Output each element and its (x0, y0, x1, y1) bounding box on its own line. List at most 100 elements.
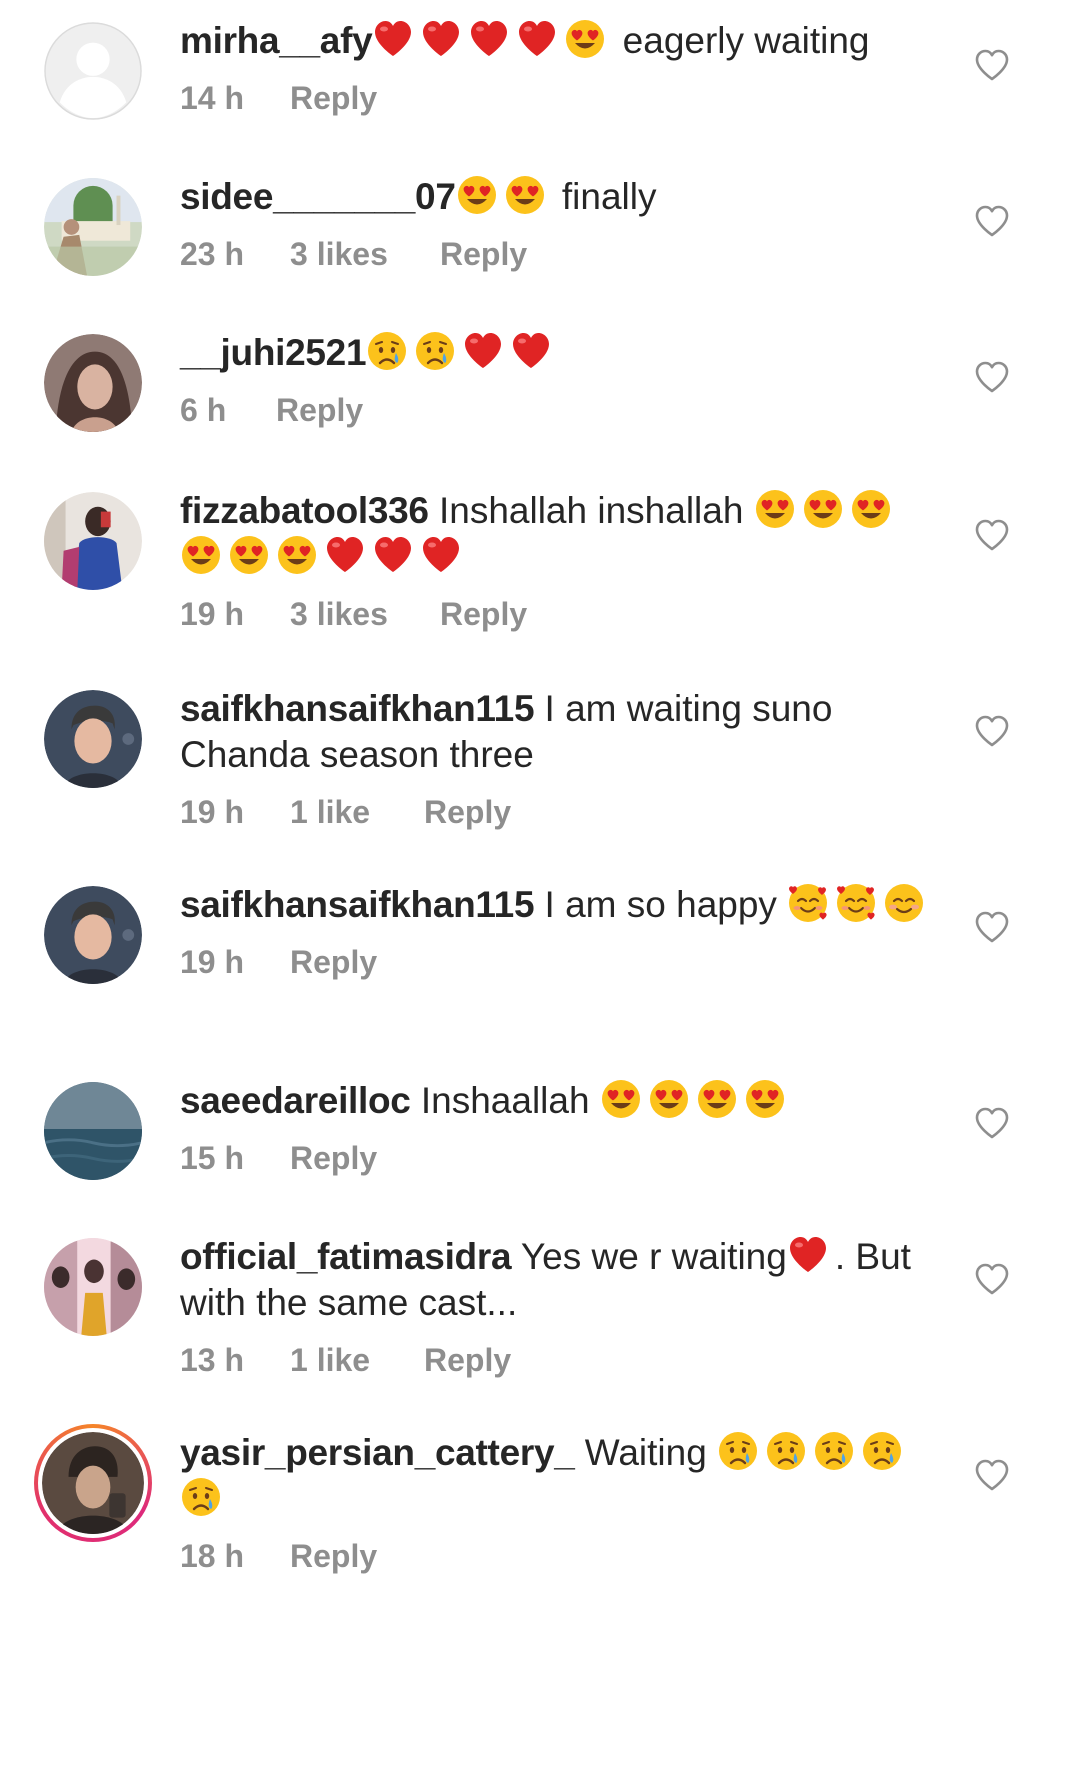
like-comment-button[interactable] (974, 1106, 1010, 1140)
comment-text: saifkhansaifkhan115 I am waiting suno Ch… (180, 686, 940, 778)
heart-outline-icon (975, 49, 1009, 81)
heart-emoji-icon (462, 330, 504, 372)
comment-time: 14 h (180, 80, 245, 116)
comment-username[interactable]: fizzabatool336 (180, 490, 429, 531)
avatar-photo (44, 1238, 142, 1336)
avatar-photo (44, 178, 142, 276)
heart-emoji-icon (324, 534, 366, 576)
avatar[interactable] (44, 886, 142, 984)
heart-emoji-icon (516, 18, 558, 60)
heart-eyes-emoji-icon (802, 488, 844, 530)
comment-username[interactable]: sidee_______07 (180, 176, 456, 217)
avatar[interactable] (44, 1238, 142, 1336)
like-comment-button[interactable] (974, 1262, 1010, 1296)
comment-message-end: eagerly waiting (612, 20, 870, 61)
comment-meta: 18 h Reply (180, 1536, 940, 1576)
comment-message-end: finally (551, 176, 657, 217)
heart-outline-icon (975, 1263, 1009, 1295)
heart-eyes-emoji-icon (276, 534, 318, 576)
avatar-with-story-ring[interactable] (34, 1424, 152, 1542)
comment-likes[interactable]: 1 like (290, 792, 424, 832)
reply-button[interactable]: Reply (424, 792, 511, 832)
comment-meta: 23 h 3 likes Reply (180, 234, 940, 274)
comment-text: fizzabatool336 Inshallah inshallah (180, 488, 940, 580)
avatar-photo (44, 492, 142, 590)
comment-text: __juhi2521 (180, 330, 940, 376)
avatar[interactable] (44, 22, 142, 120)
like-comment-button[interactable] (974, 714, 1010, 748)
avatar[interactable] (44, 492, 142, 590)
avatar-photo (44, 886, 142, 984)
comment-username[interactable]: official_fatimasidra (180, 1236, 512, 1277)
comment-meta: 13 h 1 like Reply (180, 1340, 940, 1380)
heart-emoji-icon (468, 18, 510, 60)
heart-outline-icon (975, 519, 1009, 551)
reply-button[interactable]: Reply (290, 78, 377, 118)
comment-emojis (787, 884, 931, 925)
heart-eyes-emoji-icon (744, 1078, 786, 1120)
default-avatar-icon (44, 22, 142, 120)
heart-eyes-emoji-icon (600, 1078, 642, 1120)
heart-eyes-emoji-icon (754, 488, 796, 530)
comment-meta: 19 h 1 like Reply (180, 792, 940, 832)
heart-eyes-emoji-icon (456, 174, 498, 216)
reply-button[interactable]: Reply (290, 1138, 377, 1178)
like-comment-button[interactable] (974, 518, 1010, 552)
comment-emojis (372, 20, 612, 61)
comment-username[interactable]: saifkhansaifkhan115 (180, 688, 535, 729)
avatar[interactable] (44, 178, 142, 276)
comment-meta: 6 h Reply (180, 390, 940, 430)
reply-button[interactable]: Reply (290, 942, 377, 982)
comment-likes[interactable]: 3 likes (290, 234, 440, 274)
reply-button[interactable]: Reply (276, 390, 363, 430)
comment-username[interactable]: saifkhansaifkhan115 (180, 884, 535, 925)
smiling-hearts-emoji-icon (787, 882, 829, 924)
heart-emoji-icon (420, 18, 462, 60)
comment-emojis (366, 332, 558, 373)
comment-emojis (456, 176, 552, 217)
heart-outline-icon (975, 715, 1009, 747)
heart-eyes-emoji-icon (228, 534, 270, 576)
comment-time: 6 h (180, 392, 227, 428)
comment-message: Waiting (574, 1432, 718, 1473)
comment-text: mirha__afy eagerly waiting (180, 18, 940, 64)
heart-outline-icon (975, 205, 1009, 237)
like-comment-button[interactable] (974, 204, 1010, 238)
avatar-photo (42, 1432, 144, 1534)
comment-username[interactable]: mirha__afy (180, 20, 373, 61)
comment-time: 18 h (180, 1538, 245, 1574)
avatar[interactable] (44, 334, 142, 432)
heart-outline-icon (975, 361, 1009, 393)
like-comment-button[interactable] (974, 1458, 1010, 1492)
comment-likes[interactable]: 1 like (290, 1340, 424, 1380)
heart-emoji-icon (787, 1234, 829, 1276)
avatar[interactable] (44, 1082, 142, 1180)
comment-likes[interactable]: 3 likes (290, 594, 440, 634)
comment-username[interactable]: __juhi2521 (180, 332, 367, 373)
comment-text: yasir_persian_cattery_ Waiting (180, 1430, 940, 1522)
avatar[interactable] (44, 690, 142, 788)
like-comment-button[interactable] (974, 48, 1010, 82)
heart-emoji-icon (372, 534, 414, 576)
heart-emoji-icon (510, 330, 552, 372)
like-comment-button[interactable] (974, 910, 1010, 944)
heart-eyes-emoji-icon (648, 1078, 690, 1120)
comment-message: Inshallah inshallah (428, 490, 754, 531)
reply-button[interactable]: Reply (290, 1536, 377, 1576)
heart-eyes-emoji-icon (850, 488, 892, 530)
reply-button[interactable]: Reply (424, 1340, 511, 1380)
crying-emoji-icon (414, 330, 456, 372)
comment-text: saifkhansaifkhan115 I am so happy (180, 882, 940, 928)
comment-username[interactable]: yasir_persian_cattery_ (180, 1432, 575, 1473)
reply-button[interactable]: Reply (440, 594, 527, 634)
avatar-image (42, 1432, 144, 1534)
comment-emojis (787, 1236, 835, 1277)
comment-meta: 15 h Reply (180, 1138, 940, 1178)
like-comment-button[interactable] (974, 360, 1010, 394)
heart-eyes-emoji-icon (504, 174, 546, 216)
crying-emoji-icon (765, 1430, 807, 1472)
heart-emoji-icon (372, 18, 414, 60)
heart-eyes-emoji-icon (180, 534, 222, 576)
reply-button[interactable]: Reply (440, 234, 527, 274)
comment-username[interactable]: saeedareilloc (180, 1080, 411, 1121)
